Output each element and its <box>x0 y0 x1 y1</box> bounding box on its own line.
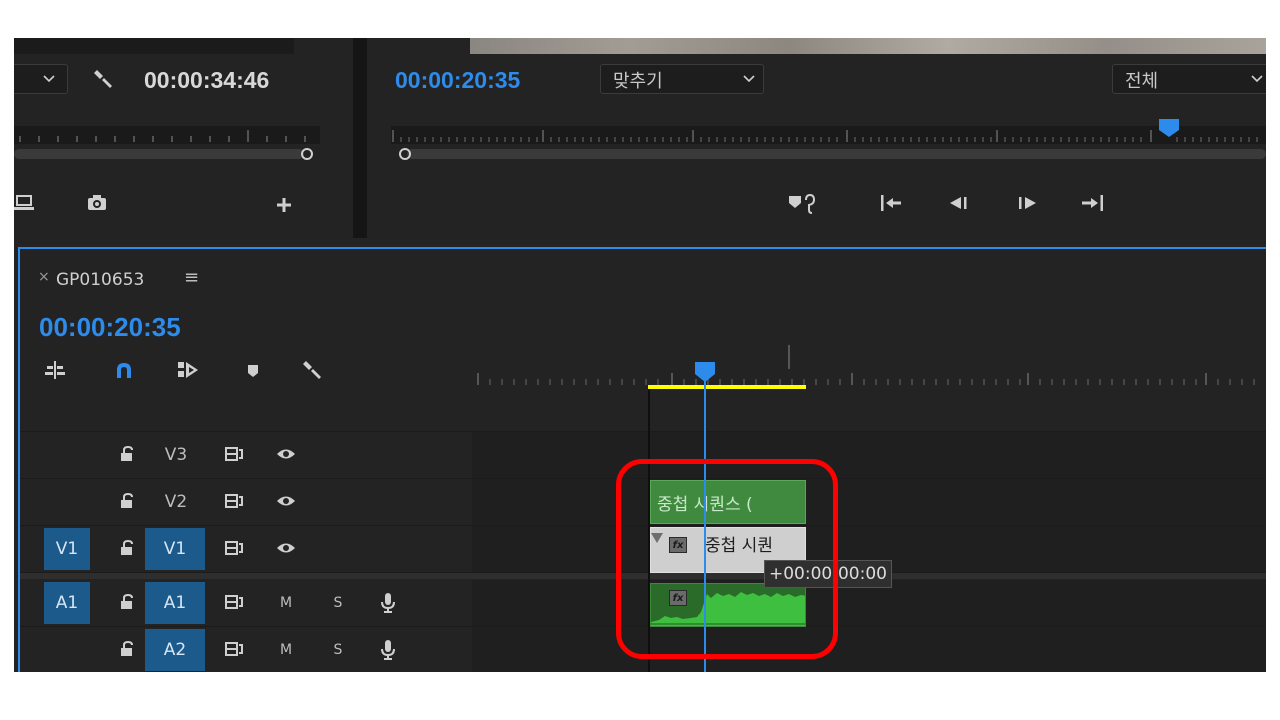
step-forward-icon[interactable] <box>1015 192 1039 214</box>
fit-dropdown[interactable]: 맞추기 <box>600 64 764 94</box>
eye-icon[interactable] <box>274 444 298 464</box>
lock-icon[interactable] <box>118 491 136 511</box>
source-ruler[interactable] <box>14 126 320 144</box>
eye-icon[interactable] <box>274 491 298 511</box>
red-highlight-box <box>616 459 838 659</box>
sync-lock-icon[interactable] <box>222 639 246 659</box>
program-video-preview <box>470 38 1266 54</box>
solo-button[interactable]: S <box>326 590 350 616</box>
program-timecode[interactable]: 00:00:20:35 <box>395 67 520 94</box>
track-target-a2[interactable]: A2 <box>145 629 205 671</box>
track-target-v1[interactable]: V1 <box>145 528 205 570</box>
chevron-down-icon <box>1247 69 1266 89</box>
premiere-window: 00:00:34:46 00:00:20:35 맞추기 전체 × GP01065… <box>14 38 1266 672</box>
fit-dropdown-value: 맞추기 <box>613 71 663 92</box>
program-zoom-handle[interactable] <box>399 148 411 160</box>
step-back-icon[interactable] <box>947 192 971 214</box>
track-header: A1 A1 M S <box>20 580 472 626</box>
snap-magnet-icon[interactable] <box>112 359 136 381</box>
add-icon[interactable] <box>272 193 296 217</box>
wrench-icon[interactable] <box>90 66 116 92</box>
source-timecode[interactable]: 00:00:34:46 <box>144 67 269 94</box>
mute-button[interactable]: M <box>274 637 298 663</box>
lock-icon[interactable] <box>118 639 136 659</box>
track-name[interactable]: V3 <box>156 442 196 468</box>
timeline-panel: × GP010653 ≡ 00:00:20:35 V3 V2 V1 V1 A1 … <box>18 247 1266 672</box>
sync-lock-icon[interactable] <box>222 538 246 558</box>
panel-divider[interactable] <box>353 38 367 238</box>
program-monitor-panel: 00:00:20:35 맞추기 전체 <box>367 38 1266 238</box>
mute-button[interactable]: M <box>274 590 298 616</box>
track-area[interactable] <box>472 479 1266 525</box>
sync-lock-icon[interactable] <box>222 592 246 612</box>
panel-menu-icon[interactable]: ≡ <box>184 267 199 288</box>
source-zoom-scrollbar[interactable] <box>14 149 304 159</box>
wrench-icon[interactable] <box>298 356 326 384</box>
track-target-a1[interactable]: A1 <box>145 582 205 624</box>
insert-sequence-icon[interactable] <box>42 358 68 382</box>
eye-icon[interactable] <box>274 538 298 558</box>
source-video-area <box>14 38 294 54</box>
chevron-down-icon <box>39 69 59 89</box>
track-header: A2 M S <box>20 627 472 672</box>
program-ruler[interactable] <box>391 126 1266 144</box>
sync-lock-icon[interactable] <box>222 444 246 464</box>
close-icon[interactable]: × <box>38 269 50 285</box>
program-playhead[interactable] <box>1158 118 1180 142</box>
microphone-icon[interactable] <box>376 637 400 663</box>
timeline-timecode[interactable]: 00:00:20:35 <box>39 312 181 343</box>
resolution-dropdown-value: 전체 <box>1125 71 1159 92</box>
lock-icon[interactable] <box>118 444 136 464</box>
sequence-tab-name[interactable]: GP010653 <box>56 270 144 290</box>
source-patch-a1[interactable]: A1 <box>44 582 90 624</box>
track-name[interactable]: V2 <box>156 489 196 515</box>
add-marker-icon[interactable] <box>242 361 264 381</box>
solo-button[interactable]: S <box>326 637 350 663</box>
timeline-header-spacer <box>20 389 1266 432</box>
go-to-in-icon[interactable] <box>879 192 903 214</box>
program-zoom-scrollbar[interactable] <box>407 149 1266 159</box>
source-dropdown[interactable] <box>14 64 68 94</box>
source-monitor-panel: 00:00:34:46 <box>14 38 353 238</box>
linked-selection-icon[interactable] <box>175 359 201 381</box>
source-zoom-handle[interactable] <box>301 148 313 160</box>
chevron-down-icon <box>739 69 759 89</box>
lock-icon[interactable] <box>118 592 136 612</box>
go-to-out-icon[interactable] <box>1079 192 1105 214</box>
track-header: V2 <box>20 479 472 525</box>
track-area[interactable] <box>472 627 1266 672</box>
timeline-time-ruler[interactable] <box>472 345 1266 389</box>
source-patch-v1[interactable]: V1 <box>44 528 90 570</box>
camera-icon[interactable] <box>84 192 110 214</box>
lock-icon[interactable] <box>118 538 136 558</box>
track-header: V3 <box>20 432 472 478</box>
export-frame-icon[interactable] <box>14 192 36 214</box>
sync-lock-icon[interactable] <box>222 491 246 511</box>
marker-link-icon[interactable] <box>785 191 819 215</box>
resolution-dropdown[interactable]: 전체 <box>1112 64 1266 94</box>
track-header: V1 V1 <box>20 526 472 572</box>
microphone-icon[interactable] <box>376 590 400 616</box>
track-area[interactable] <box>472 432 1266 478</box>
